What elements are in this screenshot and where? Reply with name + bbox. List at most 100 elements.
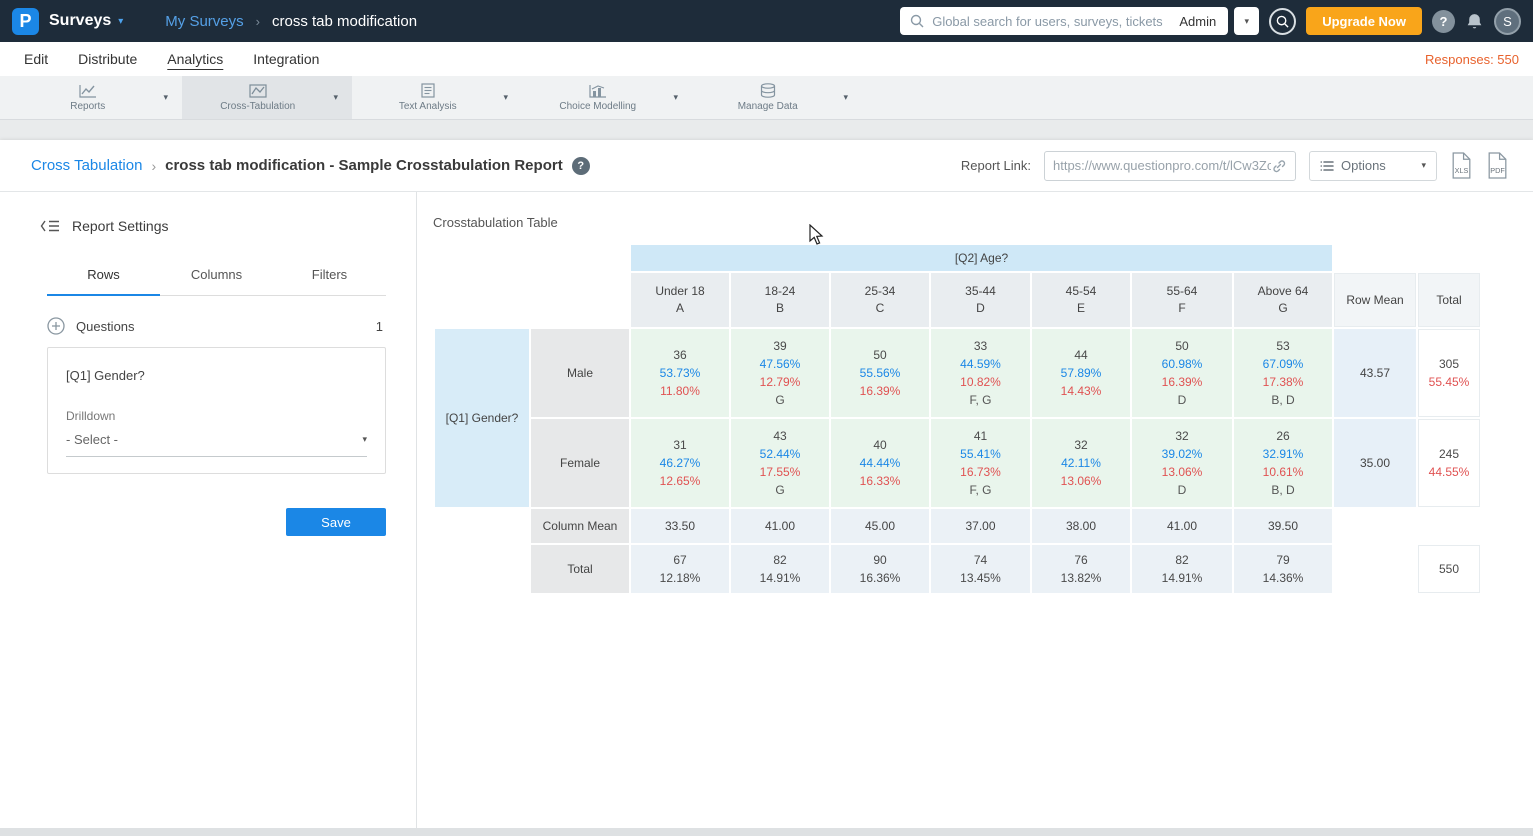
responses-count: Responses: 550 xyxy=(1425,52,1519,67)
my-surveys-link[interactable]: My Surveys xyxy=(165,13,243,30)
questions-label: Questions xyxy=(76,319,135,334)
total-cell: 7413.45% xyxy=(931,545,1030,593)
breadcrumb-separator: › xyxy=(256,14,260,29)
questionpro-logo[interactable]: P xyxy=(12,8,39,35)
report-actions: Report Link: Options xyxy=(961,151,1509,181)
drilldown-select[interactable]: - Select - ▾ xyxy=(66,432,367,457)
nav-distribute[interactable]: Distribute xyxy=(78,51,137,67)
row-total-cell: 30555.45% xyxy=(1418,329,1480,417)
cross-tabulation-link[interactable]: Cross Tabulation xyxy=(31,157,142,174)
crosstab-table: [Q2] Age? Under 18A 18-24B 25-34C xyxy=(433,243,1482,595)
settings-header: Report Settings xyxy=(0,192,416,234)
column-mean-cell: 37.00 xyxy=(931,509,1030,543)
topbar-breadcrumb: My Surveys › cross tab modification xyxy=(165,13,417,30)
drilldown-label: Drilldown xyxy=(66,409,367,423)
total-cell: 9016.36% xyxy=(831,545,929,593)
column-header: 45-54E xyxy=(1032,273,1130,327)
options-dropdown[interactable]: Options ▾ xyxy=(1309,151,1437,181)
tab-manage-data[interactable]: Manage Data ▾ xyxy=(692,76,862,119)
export-pdf-icon[interactable]: PDF xyxy=(1486,152,1509,179)
blank-cell xyxy=(1334,245,1416,271)
main-split: Report Settings Rows Columns Filters Que… xyxy=(0,192,1533,828)
row-mean-cell: 43.57 xyxy=(1334,329,1416,417)
tab-columns[interactable]: Columns xyxy=(160,258,273,295)
tab-filters[interactable]: Filters xyxy=(273,258,386,295)
global-search-input[interactable] xyxy=(932,14,1177,29)
page: P Surveys ▾ My Surveys › cross tab modif… xyxy=(0,0,1533,836)
nav-integration[interactable]: Integration xyxy=(253,51,319,67)
total-cell: 8214.91% xyxy=(731,545,829,593)
xls-label: XLS xyxy=(1455,166,1469,175)
tab-label: Cross-Tabulation xyxy=(220,101,295,112)
top-bar: P Surveys ▾ My Surveys › cross tab modif… xyxy=(0,0,1533,42)
crosstab-area: Crosstabulation Table [Q2] Age? xyxy=(417,192,1533,828)
search-submit-button[interactable] xyxy=(1269,8,1296,35)
search-scope-dropdown[interactable]: ▾ xyxy=(1234,7,1259,35)
blank-cell xyxy=(435,509,529,543)
report-link-label: Report Link: xyxy=(961,158,1031,173)
user-avatar[interactable]: S xyxy=(1494,8,1521,35)
tab-label: Choice Modelling xyxy=(559,101,636,112)
data-cell: 3947.56%12.79%G xyxy=(731,329,829,417)
data-cell: 5060.98%16.39%D xyxy=(1132,329,1232,417)
notifications-bell-icon[interactable] xyxy=(1465,12,1484,31)
chevron-down-icon: ▾ xyxy=(362,434,367,445)
column-mean-cell: 41.00 xyxy=(1132,509,1232,543)
current-survey-name: cross tab modification xyxy=(272,13,417,30)
data-cell: 3344.59%10.82%F, G xyxy=(931,329,1030,417)
total-header: Total xyxy=(1418,273,1480,327)
row-mean-header: Row Mean xyxy=(1334,273,1416,327)
tab-label: Reports xyxy=(70,101,105,112)
row-mean-cell: 35.00 xyxy=(1334,419,1416,507)
save-button[interactable]: Save xyxy=(286,508,386,536)
column-mean-cell: 45.00 xyxy=(831,509,929,543)
chevron-down-icon[interactable]: ▾ xyxy=(843,92,848,103)
report-header-bar: Cross Tabulation › cross tab modificatio… xyxy=(0,140,1533,192)
blank-cell xyxy=(435,273,629,327)
global-search[interactable]: Admin xyxy=(900,7,1228,35)
total-row-label: Total xyxy=(531,545,629,593)
tab-reports[interactable]: Reports ▾ xyxy=(12,76,182,119)
chevron-down-icon[interactable]: ▾ xyxy=(503,92,508,103)
total-cell: 7613.82% xyxy=(1032,545,1130,593)
tab-cross-tabulation[interactable]: Cross-Tabulation ▾ xyxy=(182,76,352,119)
search-scope-admin[interactable]: Admin xyxy=(1177,14,1218,29)
pdf-label: PDF xyxy=(1490,166,1505,175)
horizontal-scrollbar[interactable] xyxy=(0,828,1533,836)
product-switcher[interactable]: Surveys xyxy=(49,12,111,30)
total-cell: 6712.18% xyxy=(631,545,729,593)
search-icon xyxy=(910,14,924,28)
content-card: Cross Tabulation › cross tab modificatio… xyxy=(0,140,1533,828)
collapse-panel-icon[interactable] xyxy=(40,219,60,233)
questions-section-header[interactable]: Questions 1 xyxy=(47,317,383,335)
tab-rows[interactable]: Rows xyxy=(47,258,160,296)
help-icon[interactable]: ? xyxy=(1432,10,1455,33)
chevron-down-icon: ▾ xyxy=(1421,160,1426,171)
blank-cell xyxy=(1334,545,1416,593)
tab-choice-modelling[interactable]: Choice Modelling ▾ xyxy=(522,76,692,119)
add-circle-icon[interactable] xyxy=(47,317,65,335)
upgrade-now-button[interactable]: Upgrade Now xyxy=(1306,7,1422,35)
tab-text-analysis[interactable]: Text Analysis ▾ xyxy=(352,76,522,119)
nav-edit[interactable]: Edit xyxy=(24,51,48,67)
breadcrumb-separator: › xyxy=(151,158,156,174)
crosstab-chart-icon xyxy=(249,84,267,98)
blank-cell xyxy=(435,245,629,271)
report-link-field[interactable] xyxy=(1044,151,1296,181)
link-icon[interactable] xyxy=(1271,158,1287,174)
row-total-cell: 24544.55% xyxy=(1418,419,1480,507)
nav-analytics[interactable]: Analytics xyxy=(167,51,223,67)
data-cell: 4155.41%16.73%F, G xyxy=(931,419,1030,507)
chevron-down-icon[interactable]: ▾ xyxy=(673,92,678,103)
report-link-input[interactable] xyxy=(1053,158,1271,173)
report-breadcrumb: Cross Tabulation › cross tab modificatio… xyxy=(31,157,590,175)
chevron-down-icon[interactable]: ▾ xyxy=(118,16,123,27)
export-xls-icon[interactable]: XLS xyxy=(1450,152,1473,179)
survey-nav: Edit Distribute Analytics Integration Re… xyxy=(0,42,1533,76)
database-icon xyxy=(760,83,776,98)
chevron-down-icon[interactable]: ▾ xyxy=(333,92,338,103)
chevron-down-icon[interactable]: ▾ xyxy=(163,92,168,103)
total-cell: 8214.91% xyxy=(1132,545,1232,593)
help-icon[interactable]: ? xyxy=(572,157,590,175)
column-header: 35-44D xyxy=(931,273,1030,327)
